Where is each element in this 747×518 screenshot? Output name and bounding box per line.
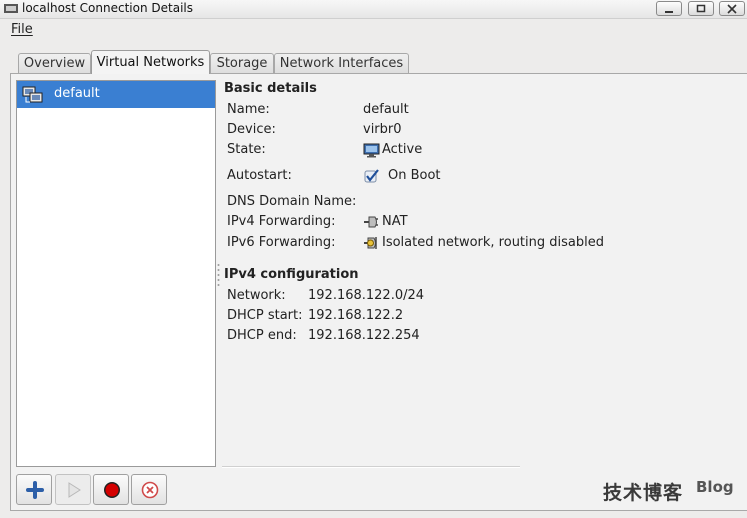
delete-network-button[interactable]	[131, 474, 167, 505]
play-icon	[68, 482, 81, 498]
watermark: 技术博客 Blog	[603, 470, 743, 506]
network-value: 192.168.122.0/24	[308, 288, 425, 303]
watermark-chinese: 技术博客	[603, 482, 684, 504]
delete-icon	[141, 481, 159, 499]
dns-domain-label: DNS Domain Name:	[227, 194, 357, 209]
tab-label: Overview	[23, 56, 86, 71]
monitor-icon	[363, 143, 380, 158]
state-label: State:	[227, 142, 266, 157]
title-bar: localhost Connection Details	[0, 0, 747, 19]
device-value: virbr0	[363, 122, 402, 137]
ipv6-forwarding-value: Isolated network, routing disabled	[382, 235, 604, 250]
network-list[interactable]: default	[16, 80, 216, 467]
device-label: Device:	[227, 122, 276, 137]
tab-storage[interactable]: Storage	[210, 53, 274, 73]
dhcp-end-value: 192.168.122.254	[308, 328, 420, 343]
dhcp-start-label: DHCP start:	[227, 308, 303, 323]
checkmark-icon	[364, 169, 379, 183]
autostart-value: On Boot	[388, 168, 441, 183]
window-title: localhost Connection Details	[22, 1, 193, 15]
start-network-button[interactable]	[55, 474, 91, 505]
network-icon	[22, 86, 43, 103]
menu-file[interactable]: File	[11, 22, 33, 37]
grip-icon	[217, 264, 220, 286]
add-network-button[interactable]	[16, 474, 52, 505]
dhcp-end-label: DHCP end:	[227, 328, 297, 343]
name-value: default	[363, 102, 409, 117]
state-value: Active	[382, 142, 423, 157]
ipv4-forwarding-value: NAT	[382, 214, 408, 229]
plug-icon	[364, 216, 378, 228]
stop-network-button[interactable]	[93, 474, 129, 505]
tab-label: Network Interfaces	[279, 56, 404, 71]
maximize-icon	[696, 4, 706, 13]
separator	[222, 466, 520, 468]
app-icon	[4, 4, 18, 13]
network-label: Network:	[227, 288, 286, 303]
menu-bar: File	[0, 19, 747, 41]
tab-label: Virtual Networks	[96, 55, 205, 70]
tab-virtual-networks[interactable]: Virtual Networks	[91, 50, 210, 74]
close-button[interactable]	[719, 1, 745, 16]
watermark-english: Blog	[696, 478, 734, 496]
name-label: Name:	[227, 102, 270, 117]
ipv6-forwarding-label: IPv6 Forwarding:	[227, 235, 336, 250]
plug-isolated-icon	[364, 237, 377, 249]
autostart-checkbox[interactable]	[364, 168, 380, 184]
plus-icon	[26, 481, 44, 499]
minimize-button[interactable]	[656, 1, 682, 16]
minimize-icon	[665, 11, 673, 13]
network-list-item[interactable]: default	[17, 81, 215, 108]
tab-overview[interactable]: Overview	[18, 53, 91, 73]
basic-details-heading: Basic details	[224, 81, 317, 96]
tab-network-interfaces[interactable]: Network Interfaces	[274, 53, 409, 73]
ipv4-configuration-heading: IPv4 configuration	[224, 267, 359, 282]
network-name: default	[54, 86, 100, 101]
dhcp-start-value: 192.168.122.2	[308, 308, 404, 323]
stop-icon	[104, 482, 120, 498]
tab-label: Storage	[216, 56, 268, 71]
autostart-label: Autostart:	[227, 168, 292, 183]
close-icon	[727, 4, 737, 14]
pane-splitter[interactable]	[217, 262, 220, 288]
ipv4-forwarding-label: IPv4 Forwarding:	[227, 214, 336, 229]
maximize-button[interactable]	[688, 1, 714, 16]
